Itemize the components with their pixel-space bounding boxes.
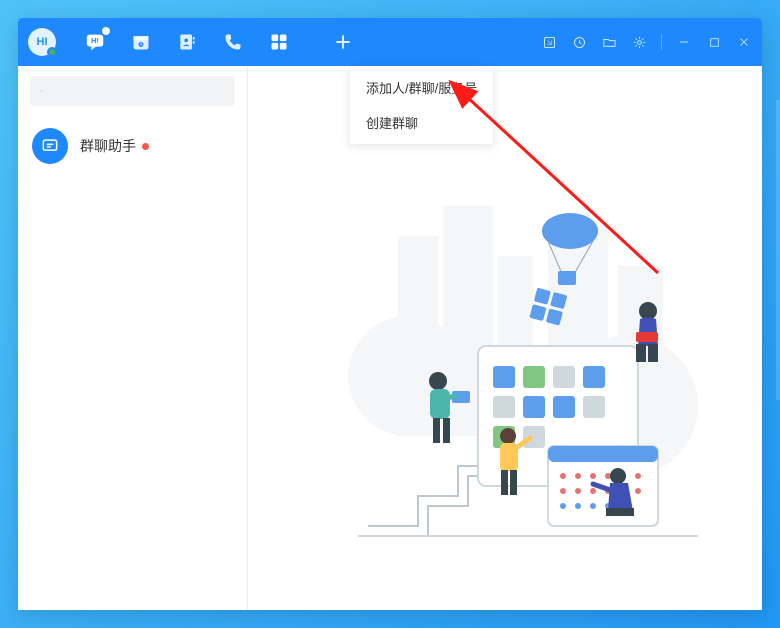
grid-icon bbox=[269, 32, 289, 52]
status-online-icon bbox=[47, 47, 57, 57]
chat-title: 群聊助手 bbox=[80, 136, 149, 156]
add-dropdown: 添加人/群聊/服务号 创建群聊 bbox=[350, 66, 493, 144]
settings-button[interactable] bbox=[631, 34, 647, 50]
call-tab[interactable] bbox=[222, 31, 244, 53]
chat-item-group-assistant[interactable]: 群聊助手 bbox=[18, 116, 247, 176]
screenshot-icon bbox=[542, 35, 557, 50]
dropdown-create-group[interactable]: 创建群聊 bbox=[350, 105, 493, 140]
unread-dot-icon bbox=[142, 143, 149, 150]
chat-avatar-icon bbox=[32, 128, 68, 164]
folder-icon bbox=[602, 35, 617, 50]
maximize-button[interactable] bbox=[706, 34, 722, 50]
search-icon bbox=[40, 84, 43, 98]
folder-button[interactable] bbox=[601, 34, 617, 50]
minimize-icon bbox=[677, 35, 691, 49]
maximize-icon bbox=[708, 36, 721, 49]
close-button[interactable] bbox=[736, 34, 752, 50]
window-controls bbox=[541, 34, 752, 50]
nav-tabs: H! bbox=[84, 31, 354, 53]
contacts-icon bbox=[177, 32, 197, 52]
chat-tab[interactable]: H! bbox=[84, 31, 106, 53]
chat-list: 群聊助手 bbox=[18, 116, 247, 610]
titlebar: HI H! bbox=[18, 18, 762, 66]
plus-icon bbox=[333, 32, 353, 52]
separator bbox=[661, 34, 662, 50]
chat-icon: H! bbox=[84, 31, 106, 53]
contacts-tab[interactable] bbox=[176, 31, 198, 53]
screenshot-button[interactable] bbox=[541, 34, 557, 50]
calendar-icon bbox=[131, 32, 151, 52]
search-input[interactable] bbox=[49, 84, 225, 99]
main-pane bbox=[248, 66, 762, 610]
dropdown-add-contact[interactable]: 添加人/群聊/服务号 bbox=[350, 70, 493, 105]
svg-text:H!: H! bbox=[91, 36, 99, 45]
close-icon bbox=[737, 35, 751, 49]
body: 群聊助手 bbox=[18, 66, 762, 610]
gear-icon bbox=[632, 35, 647, 50]
empty-state-illustration bbox=[248, 66, 762, 610]
apps-tab[interactable] bbox=[268, 31, 290, 53]
calendar-tab[interactable] bbox=[130, 31, 152, 53]
minimize-button[interactable] bbox=[676, 34, 692, 50]
add-button[interactable] bbox=[332, 31, 354, 53]
history-button[interactable] bbox=[571, 34, 587, 50]
avatar[interactable]: HI bbox=[28, 28, 56, 56]
history-icon bbox=[572, 35, 587, 50]
chat-title-text: 群聊助手 bbox=[80, 136, 136, 156]
sidebar: 群聊助手 bbox=[18, 66, 248, 610]
unread-badge-icon bbox=[102, 27, 110, 35]
phone-icon bbox=[223, 32, 243, 52]
app-window: HI H! bbox=[18, 18, 762, 610]
search-bar[interactable] bbox=[30, 76, 235, 106]
